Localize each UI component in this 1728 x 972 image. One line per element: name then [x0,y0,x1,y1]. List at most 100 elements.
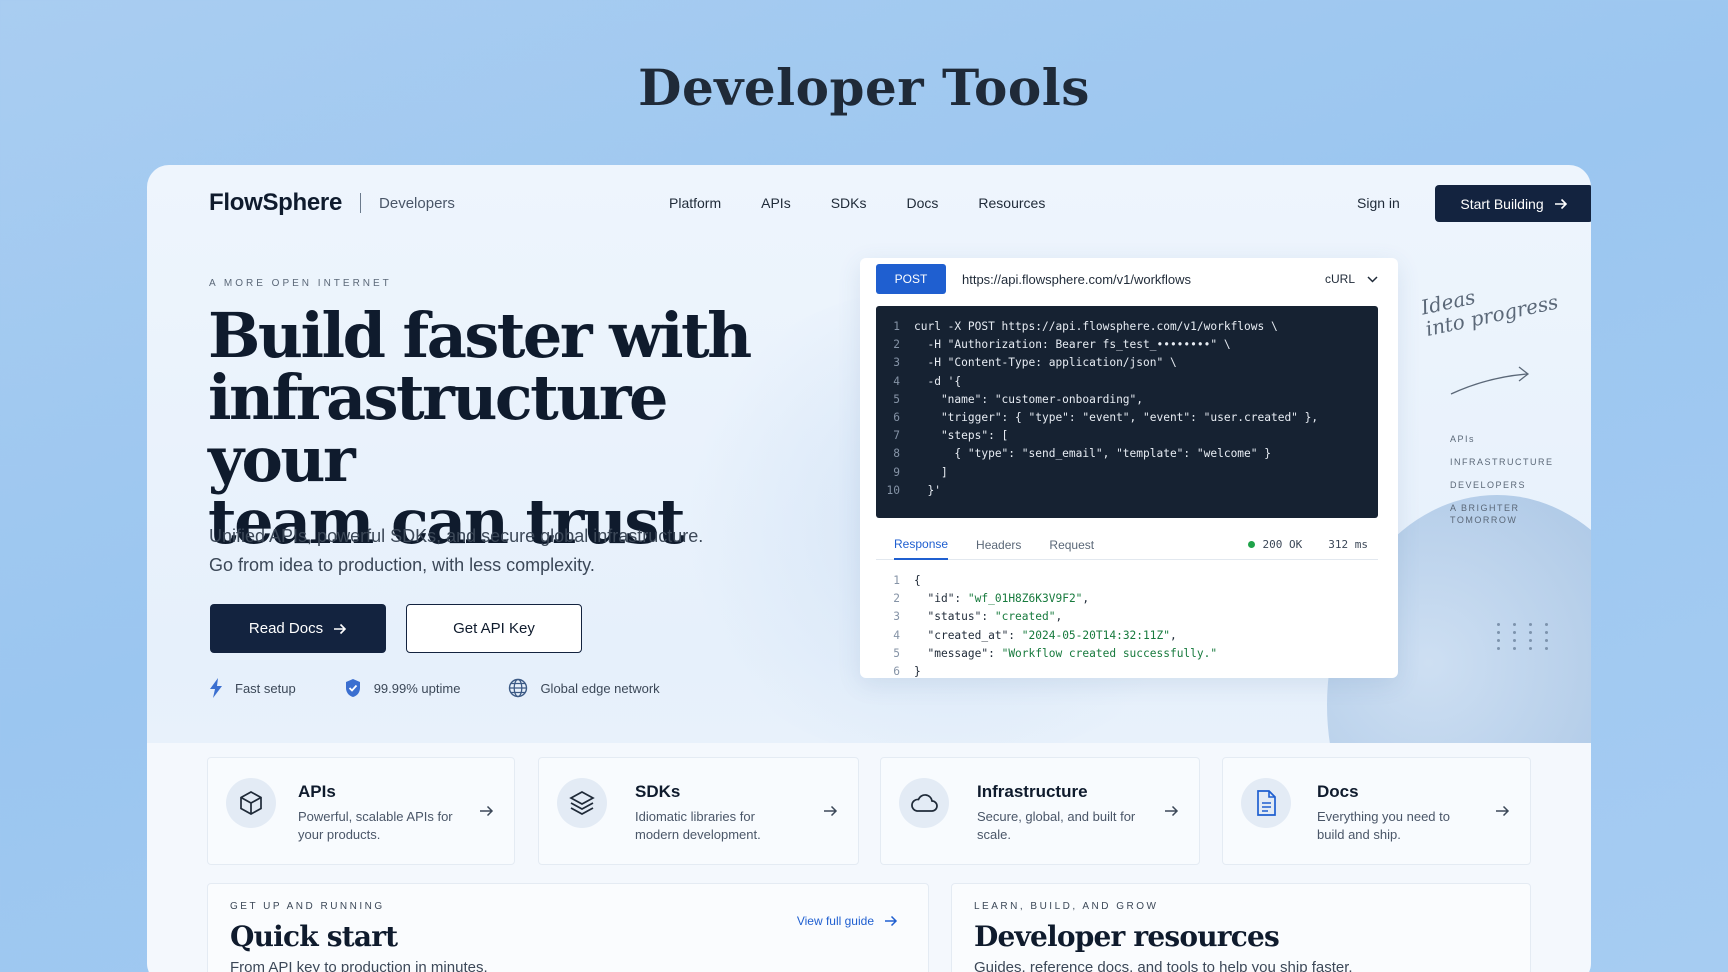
code-line: 1{ [893,574,921,587]
section-title: Developer resources [974,920,1280,953]
arrow-right-icon [1165,805,1179,817]
product-card-sdks[interactable]: SDKs Idiomatic libraries for modern deve… [538,757,859,865]
code-line: 9 ] [893,465,948,479]
landing-page-card: FlowSphere Developers Platform APIs SDKs… [147,165,1591,972]
document-icon [1241,778,1291,828]
handwritten-note: Ideas into progress [1419,269,1560,341]
nav-link-apis[interactable]: APIs [761,195,791,211]
quick-start-section: GET UP AND RUNNING Quick start From API … [207,883,929,972]
request-code-block[interactable]: 1 curl -X POST https://api.flowsphere.com… [876,306,1378,518]
http-method-badge[interactable]: POST [876,264,946,294]
lightning-icon [210,678,222,698]
response-tabs: Response Headers Request 200 OK 312 ms [876,530,1378,560]
hero-subtitle: Unified APIs, powerful SDKs, and secure … [209,522,829,580]
arrow-right-icon [480,805,494,817]
section-title: Quick start [230,920,398,953]
globe-icon [509,678,528,698]
section-eyebrow: GET UP AND RUNNING [230,901,385,912]
code-line: 2 -H "Authorization: Bearer fs_test_••••… [893,338,1231,352]
language-label: cURL [1324,272,1355,286]
product-card-infrastructure[interactable]: Infrastructure Secure, global, and built… [880,757,1200,865]
logo-subtitle: Developers [379,194,455,212]
side-keyword-list: APIs INFRASTRUCTURE DEVELOPERS A BRIGHTE… [1450,433,1560,537]
product-card-docs[interactable]: Docs Everything you need to build and sh… [1222,757,1531,865]
code-line: 4 "created_at": "2024-05-20T14:32:11Z", [893,628,1177,642]
view-full-guide-link[interactable]: View full guide [797,914,898,928]
status-dot-icon [1247,541,1255,548]
arrow-right-icon [1554,198,1567,209]
code-line: 10 }' [886,483,941,497]
hero-subtitle-line-1: Unified APIs, powerful SDKs, and secure … [209,526,704,546]
hero-subtitle-line-2: Go from idea to production, with less co… [209,555,595,575]
product-card-apis[interactable]: APIs Powerful, scalable APIs for your pr… [207,757,515,865]
read-docs-label: Read Docs [248,620,324,637]
tab-response[interactable]: Response [894,530,949,560]
feature-label: Fast setup [235,680,296,696]
get-api-key-button[interactable]: Get API Key [406,604,582,653]
code-line: 8 { "type": "send_email", "template": "w… [893,447,1271,461]
start-building-label: Start Building [1460,195,1544,212]
product-card-description: Everything you need to build and ship. [1317,809,1450,842]
sign-in-link[interactable]: Sign in [1357,195,1400,211]
code-line: 1 curl -X POST https://api.flowsphere.com… [893,320,1278,333]
code-line: 3 "status": "created", [893,610,1063,624]
nav-link-docs[interactable]: Docs [907,195,939,211]
feature-label: 99.99% uptime [373,680,461,696]
decorative-dot-grid [1497,623,1555,650]
nav-link-sdks[interactable]: SDKs [831,195,867,211]
status-badge: 200 OK [1247,538,1303,551]
side-keyword: APIs [1450,434,1476,444]
code-line: 3 -H "Content-Type: application/json" \ [893,356,1177,370]
hero-title: Build faster with infrastructure your te… [208,305,828,553]
cube-icon [226,778,276,828]
chevron-down-icon [1367,275,1378,283]
hero-title-line-1: Build faster with [208,299,752,372]
hero-title-line-2: infrastructure your [208,361,669,496]
logo[interactable]: FlowSphere [209,189,342,217]
side-keyword: DEVELOPERS [1450,480,1527,490]
start-building-button[interactable]: Start Building [1435,185,1591,222]
section-subtitle: Guides, reference docs, and tools to hel… [974,959,1353,972]
link-label: View full guide [796,914,874,928]
request-url[interactable]: https://api.flowsphere.com/v1/workflows [962,272,1191,287]
product-card-title: APIs [298,782,336,801]
nav-link-platform[interactable]: Platform [669,195,721,211]
tab-headers[interactable]: Headers [976,530,1021,560]
feature-label: Global edge network [540,680,660,696]
layers-icon [557,778,607,828]
tab-request[interactable]: Request [1049,530,1094,560]
api-code-panel: POST https://api.flowsphere.com/v1/workf… [860,258,1398,678]
arrow-right-icon [1496,805,1510,817]
feature-list: Fast setup 99.99% uptime Global edge net… [209,678,708,698]
arrow-right-icon [334,623,347,634]
section-eyebrow: LEARN, BUILD, AND GROW [974,901,1159,912]
product-card-description: Idiomatic libraries for modern developme… [635,809,761,842]
feature-uptime: 99.99% uptime [344,678,461,698]
nav-link-resources[interactable]: Resources [978,195,1045,211]
response-code-block[interactable]: 1{ 2 "id": "wf_01H8Z6K3V9F2", 3 "status"… [876,572,1378,678]
read-docs-button[interactable]: Read Docs [210,604,386,653]
nav-links: Platform APIs SDKs Docs Resources [669,195,1085,211]
logo-divider [360,193,362,213]
code-line: 6} [893,665,921,679]
product-card-description: Powerful, scalable APIs for your product… [298,809,453,842]
page-heading: Developer Tools [638,58,1090,117]
top-nav: FlowSphere Developers Platform APIs SDKs… [209,183,1591,223]
language-select[interactable]: cURL [1325,272,1378,286]
feature-fast-setup: Fast setup [209,678,296,698]
code-line: 4 -d '{ [893,374,962,388]
status-text: 200 OK [1262,538,1303,551]
cloud-icon [899,778,949,828]
product-card-title: SDKs [635,782,681,801]
product-card-title: Infrastructure [977,782,1088,801]
side-keyword: INFRASTRUCTURE [1450,457,1554,467]
latency-value: 312 ms [1328,538,1368,551]
feature-edge-network: Global edge network [508,678,660,698]
code-line: 5 "message": "Workflow created successfu… [893,646,1218,660]
code-line: 6 "trigger": { "type": "event", "event":… [893,411,1319,425]
shield-check-icon [345,679,360,697]
request-bar: POST https://api.flowsphere.com/v1/workf… [860,258,1398,300]
developer-resources-section: LEARN, BUILD, AND GROW Developer resourc… [951,883,1531,972]
arrow-right-icon [885,915,898,927]
product-card-title: Docs [1317,782,1359,801]
